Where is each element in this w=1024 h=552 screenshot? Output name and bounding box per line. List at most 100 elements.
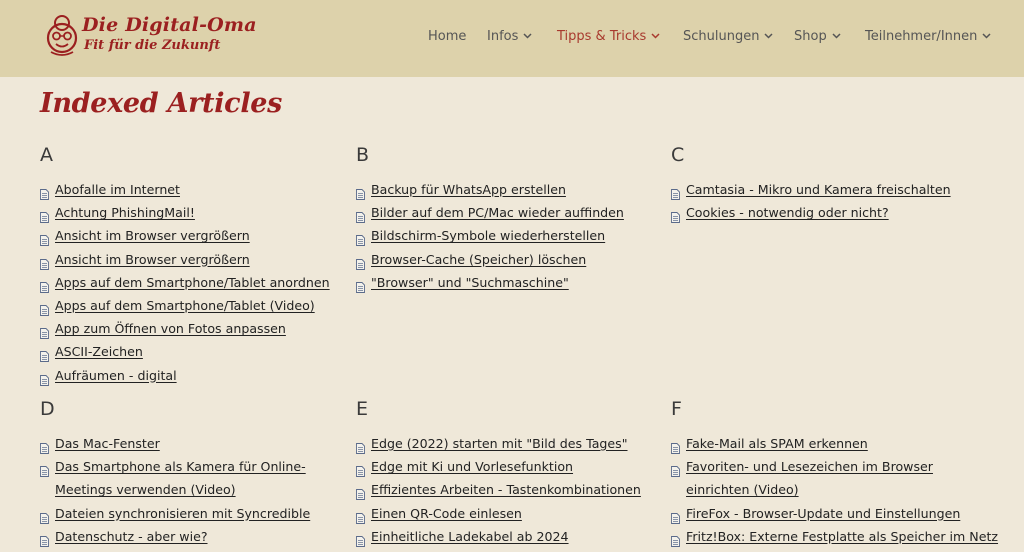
article-link[interactable]: Das Smartphone als Kamera für Online-Mee… [55, 459, 306, 497]
list-item: Aufräumen - digital [40, 364, 340, 387]
article-link[interactable]: Das Mac-Fenster [55, 436, 160, 451]
document-icon [40, 207, 49, 224]
document-icon [356, 277, 365, 293]
section-letter-f: F [671, 398, 682, 420]
list-item: Einheitliche Ladekabel ab 2024 [356, 525, 656, 548]
list-item: Browser-Cache (Speicher) löschen [356, 248, 656, 271]
article-link[interactable]: Ansicht im Browser vergrößern [55, 228, 250, 243]
article-link[interactable]: Einen QR-Code einlesen [371, 506, 522, 521]
site-header: Die Digital-Oma Fit für die Zukunft Home… [0, 0, 1024, 77]
chevron-down-icon [982, 32, 991, 39]
section-letter-c: C [671, 144, 685, 166]
chevron-down-icon [523, 32, 532, 39]
list-item: Achtung PhishingMail! [40, 201, 340, 224]
document-icon [671, 531, 680, 547]
list-item: Bilder auf dem PC/Mac wieder auffinden [356, 201, 656, 224]
article-link[interactable]: Camtasia - Mikro und Kamera freischalten [686, 182, 951, 197]
document-icon [40, 184, 49, 200]
article-link[interactable]: Apps auf dem Smartphone/Tablet (Video) [55, 298, 315, 313]
document-icon [40, 461, 49, 478]
list-item: Edge (2022) starten mit "Bild des Tages" [356, 432, 656, 455]
article-list-e: Edge (2022) starten mit "Bild des Tages"… [356, 432, 656, 548]
article-link[interactable]: Aufräumen - digital [55, 368, 177, 383]
article-list-b: Backup für WhatsApp erstellen Bilder auf… [356, 178, 656, 294]
document-icon [356, 531, 365, 547]
section-letter-b: B [356, 144, 370, 166]
document-icon [40, 531, 49, 547]
nav-tipps-tricks-label: Tipps & Tricks [557, 29, 647, 44]
article-link[interactable]: "Browser" und "Suchmaschine" [371, 275, 569, 290]
article-link[interactable]: Edge mit Ki und Vorlesefunktion [371, 459, 573, 474]
article-link[interactable]: Cookies - notwendig oder nicht? [686, 205, 889, 220]
article-link[interactable]: Achtung PhishingMail! [55, 205, 195, 220]
section-letter-e: E [356, 398, 369, 420]
list-item: Ansicht im Browser vergrößern [40, 248, 340, 271]
article-link[interactable]: ASCII-Zeichen [55, 344, 143, 359]
list-item: Dateien synchronisieren mit Syncredible [40, 502, 345, 525]
list-item: Datenschutz - aber wie? [40, 525, 345, 548]
document-icon [671, 508, 680, 524]
article-list-c: Camtasia - Mikro und Kamera freischalten… [671, 178, 991, 224]
document-icon [40, 508, 49, 524]
nav-teilnehmer[interactable]: Teilnehmer/Innen [865, 29, 991, 44]
nav-shop[interactable]: Shop [794, 29, 841, 44]
nav-tipps-tricks[interactable]: Tipps & Tricks [557, 29, 660, 44]
document-icon [40, 346, 49, 363]
list-item: "Browser" und "Suchmaschine" [356, 271, 656, 294]
document-icon [40, 300, 49, 316]
list-item: FireFox - Browser-Update und Einstellung… [671, 502, 991, 525]
list-item: Einen QR-Code einlesen [356, 502, 656, 525]
chevron-down-icon [764, 32, 773, 39]
article-link[interactable]: Bilder auf dem PC/Mac wieder auffinden [371, 205, 624, 220]
article-link[interactable]: Fritz!Box: Externe Festplatte als Speich… [686, 529, 998, 544]
nav-schulungen-label: Schulungen [683, 29, 760, 44]
article-link[interactable]: Browser-Cache (Speicher) löschen [371, 252, 586, 267]
article-link[interactable]: Ansicht im Browser vergrößern [55, 252, 250, 267]
article-link[interactable]: App zum Öffnen von Fotos anpassen [55, 321, 286, 336]
section-letter-a: A [40, 144, 53, 166]
document-icon [671, 207, 680, 224]
nav-schulungen[interactable]: Schulungen [683, 29, 773, 44]
list-item: App zum Öffnen von Fotos anpassen [40, 317, 340, 340]
main-nav: Home Infos Tipps & Tricks Schulungen Sho… [0, 29, 1024, 49]
document-icon [356, 254, 365, 270]
document-icon [356, 184, 365, 200]
article-link[interactable]: Edge (2022) starten mit "Bild des Tages" [371, 436, 628, 451]
article-link[interactable]: Favoriten- und Lesezeichen im Browser ei… [686, 459, 933, 497]
list-item: Das Mac-Fenster [40, 432, 345, 455]
document-icon [356, 230, 365, 247]
document-icon [40, 230, 49, 247]
article-list-a: Abofalle im Internet Achtung PhishingMai… [40, 178, 340, 387]
chevron-down-icon [832, 32, 841, 39]
nav-home[interactable]: Home [428, 29, 466, 44]
list-item: Das Smartphone als Kamera für Online-Mee… [40, 455, 345, 501]
article-link[interactable]: Datenschutz - aber wie? [55, 529, 208, 544]
document-icon [356, 207, 365, 224]
article-link[interactable]: Einheitliche Ladekabel ab 2024 [371, 529, 569, 544]
document-icon [671, 438, 680, 454]
document-icon [356, 484, 365, 501]
article-link[interactable]: Bildschirm-Symbole wiederherstellen [371, 228, 605, 243]
nav-infos[interactable]: Infos [487, 29, 532, 44]
article-link[interactable]: Effizientes Arbeiten - Tastenkombination… [371, 482, 641, 497]
article-link[interactable]: Apps auf dem Smartphone/Tablet anordnen [55, 275, 330, 290]
document-icon [356, 461, 365, 478]
list-item: Fake-Mail als SPAM erkennen [671, 432, 991, 455]
article-link[interactable]: Abofalle im Internet [55, 182, 180, 197]
document-icon [40, 370, 49, 386]
chevron-down-icon [651, 32, 660, 39]
list-item: Backup für WhatsApp erstellen [356, 178, 656, 201]
nav-home-label: Home [428, 29, 467, 44]
list-item: Apps auf dem Smartphone/Tablet anordnen [40, 271, 340, 294]
list-item: Effizientes Arbeiten - Tastenkombination… [356, 478, 656, 501]
list-item: Abofalle im Internet [40, 178, 340, 201]
article-link[interactable]: Backup für WhatsApp erstellen [371, 182, 566, 197]
article-link[interactable]: Fake-Mail als SPAM erkennen [686, 436, 868, 451]
document-icon [356, 438, 365, 454]
article-link[interactable]: Dateien synchronisieren mit Syncredible [55, 506, 310, 521]
article-link[interactable]: FireFox - Browser-Update und Einstellung… [686, 506, 960, 521]
list-item: Ansicht im Browser vergrößern [40, 224, 340, 247]
list-item: Camtasia - Mikro und Kamera freischalten [671, 178, 991, 201]
list-item: ASCII-Zeichen [40, 340, 340, 363]
document-icon [40, 323, 49, 340]
